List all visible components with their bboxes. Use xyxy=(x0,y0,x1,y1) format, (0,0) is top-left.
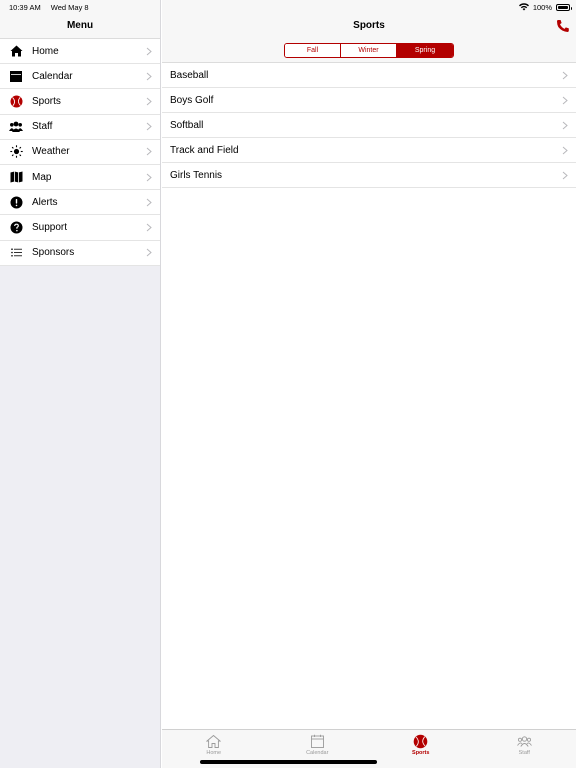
sidebar-item-label: Sports xyxy=(32,95,61,107)
chevron-right-icon xyxy=(146,223,152,232)
list-item[interactable]: Softball xyxy=(162,113,576,138)
tab-staff[interactable]: Staff xyxy=(473,730,576,768)
sport-list: Baseball Boys Golf Softball Track and Fi… xyxy=(162,63,576,188)
question-icon xyxy=(9,220,23,234)
sidebar-item-alerts[interactable]: Alerts xyxy=(0,190,160,216)
tab-label: Calendar xyxy=(306,750,329,756)
sidebar-item-label: Home xyxy=(32,45,59,57)
chevron-right-icon xyxy=(562,121,568,129)
status-date: Wed May 8 xyxy=(50,2,89,12)
alert-icon xyxy=(9,195,23,209)
list-item[interactable]: Boys Golf xyxy=(162,88,576,113)
segment-fall[interactable]: Fall xyxy=(285,43,341,57)
chevron-right-icon xyxy=(562,146,568,154)
chevron-right-icon xyxy=(146,248,152,257)
sidebar-item-label: Weather xyxy=(32,146,70,158)
tab-label: Staff xyxy=(518,750,530,756)
sidebar: Menu Home Calendar Sports Staff Weather … xyxy=(0,0,161,768)
status-bar: 10:39 AM Wed May 8 100% xyxy=(0,0,576,14)
home-icon xyxy=(9,44,23,58)
sidebar-item-sponsors[interactable]: Sponsors xyxy=(0,241,160,266)
sidebar-item-label: Staff xyxy=(32,121,53,133)
home-icon xyxy=(206,734,222,748)
sidebar-item-label: Calendar xyxy=(32,70,73,82)
staff-people-icon xyxy=(516,736,532,747)
sidebar-item-label: Map xyxy=(32,171,52,183)
battery-percent: 100% xyxy=(532,2,552,12)
sun-icon xyxy=(9,145,23,159)
main-panel: Sports Fall Winter Spring Baseball Boys … xyxy=(162,0,576,768)
sidebar-item-map[interactable]: Map xyxy=(0,165,160,191)
chevron-right-icon xyxy=(146,198,152,207)
sidebar-item-support[interactable]: Support xyxy=(0,215,160,241)
sidebar-item-weather[interactable]: Weather xyxy=(0,140,160,165)
tab-label: Sports xyxy=(412,750,430,756)
sidebar-item-home[interactable]: Home xyxy=(0,39,160,65)
sport-label: Boys Golf xyxy=(170,94,214,106)
sport-label: Baseball xyxy=(170,69,209,81)
segment-spring[interactable]: Spring xyxy=(397,43,453,57)
chevron-right-icon xyxy=(146,122,152,131)
chevron-right-icon xyxy=(146,47,152,55)
sports-ball-icon xyxy=(9,94,23,108)
home-indicator xyxy=(200,760,377,764)
list-icon xyxy=(9,246,23,260)
status-time: 10:39 AM xyxy=(9,2,41,12)
page-title: Sports xyxy=(353,20,385,31)
sidebar-title: Menu xyxy=(66,20,94,31)
status-left: 10:39 AM Wed May 8 xyxy=(9,3,97,12)
chevron-right-icon xyxy=(146,72,152,81)
season-segmented-control: Fall Winter Spring xyxy=(284,42,454,58)
sidebar-item-sports[interactable]: Sports xyxy=(0,89,160,115)
calendar-icon xyxy=(9,69,23,83)
sidebar-item-label: Support xyxy=(32,221,68,233)
list-item[interactable]: Baseball xyxy=(162,63,576,88)
sidebar-item-staff[interactable]: Staff xyxy=(0,115,160,140)
battery-fill xyxy=(558,5,568,9)
phone-icon[interactable] xyxy=(556,19,570,33)
status-right: 100% xyxy=(518,2,572,12)
battery-icon xyxy=(556,3,572,11)
chevron-right-icon xyxy=(146,173,152,181)
sport-label: Girls Tennis xyxy=(170,169,223,181)
list-item[interactable]: Track and Field xyxy=(162,138,576,163)
map-icon xyxy=(9,170,23,184)
sports-ball-icon xyxy=(413,734,428,749)
season-segment-bar: Fall Winter Spring xyxy=(162,38,576,63)
sidebar-item-label: Sponsors xyxy=(32,247,75,259)
sport-label: Track and Field xyxy=(170,144,239,156)
chevron-right-icon xyxy=(562,71,568,79)
list-item[interactable]: Girls Tennis xyxy=(162,163,576,188)
staff-people-icon xyxy=(9,120,23,134)
chevron-right-icon xyxy=(146,97,152,106)
chevron-right-icon xyxy=(146,147,152,156)
sidebar-item-calendar[interactable]: Calendar xyxy=(0,64,160,90)
calendar-icon xyxy=(310,734,324,748)
wifi-icon xyxy=(518,3,529,11)
chevron-right-icon xyxy=(562,96,568,104)
tab-sports[interactable]: Sports xyxy=(369,730,473,768)
tab-label: Home xyxy=(206,750,222,756)
sidebar-item-label: Alerts xyxy=(32,196,58,208)
menu-list: Home Calendar Sports Staff Weather Map A… xyxy=(0,38,160,266)
chevron-right-icon xyxy=(562,171,568,179)
segment-winter[interactable]: Winter xyxy=(341,43,397,57)
sport-label: Softball xyxy=(170,119,204,131)
